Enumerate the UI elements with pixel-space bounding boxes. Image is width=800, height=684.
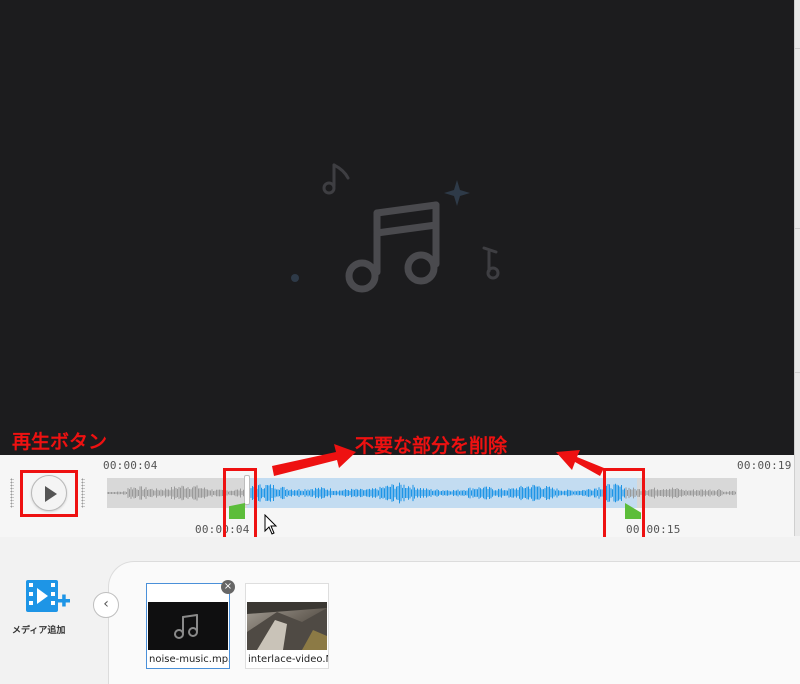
media-item-name: noise-music.mp3	[149, 654, 229, 665]
add-media-label[interactable]: メディア追加	[12, 623, 65, 636]
music-note-icon	[174, 614, 198, 639]
media-thumbnail-video	[247, 602, 327, 650]
media-item-name: interlace-video.MP4	[248, 654, 328, 665]
media-item-interlace-video[interactable]: interlace-video.MP4	[245, 583, 329, 669]
remove-media-button[interactable]: ×	[221, 580, 235, 594]
collapse-panel-button[interactable]: ‹	[93, 592, 119, 618]
media-item-noise-music[interactable]: noise-music.mp3	[146, 583, 230, 669]
add-media-icon[interactable]	[24, 578, 72, 618]
media-thumbnail-music	[148, 602, 228, 650]
mouse-cursor-icon	[264, 514, 278, 535]
